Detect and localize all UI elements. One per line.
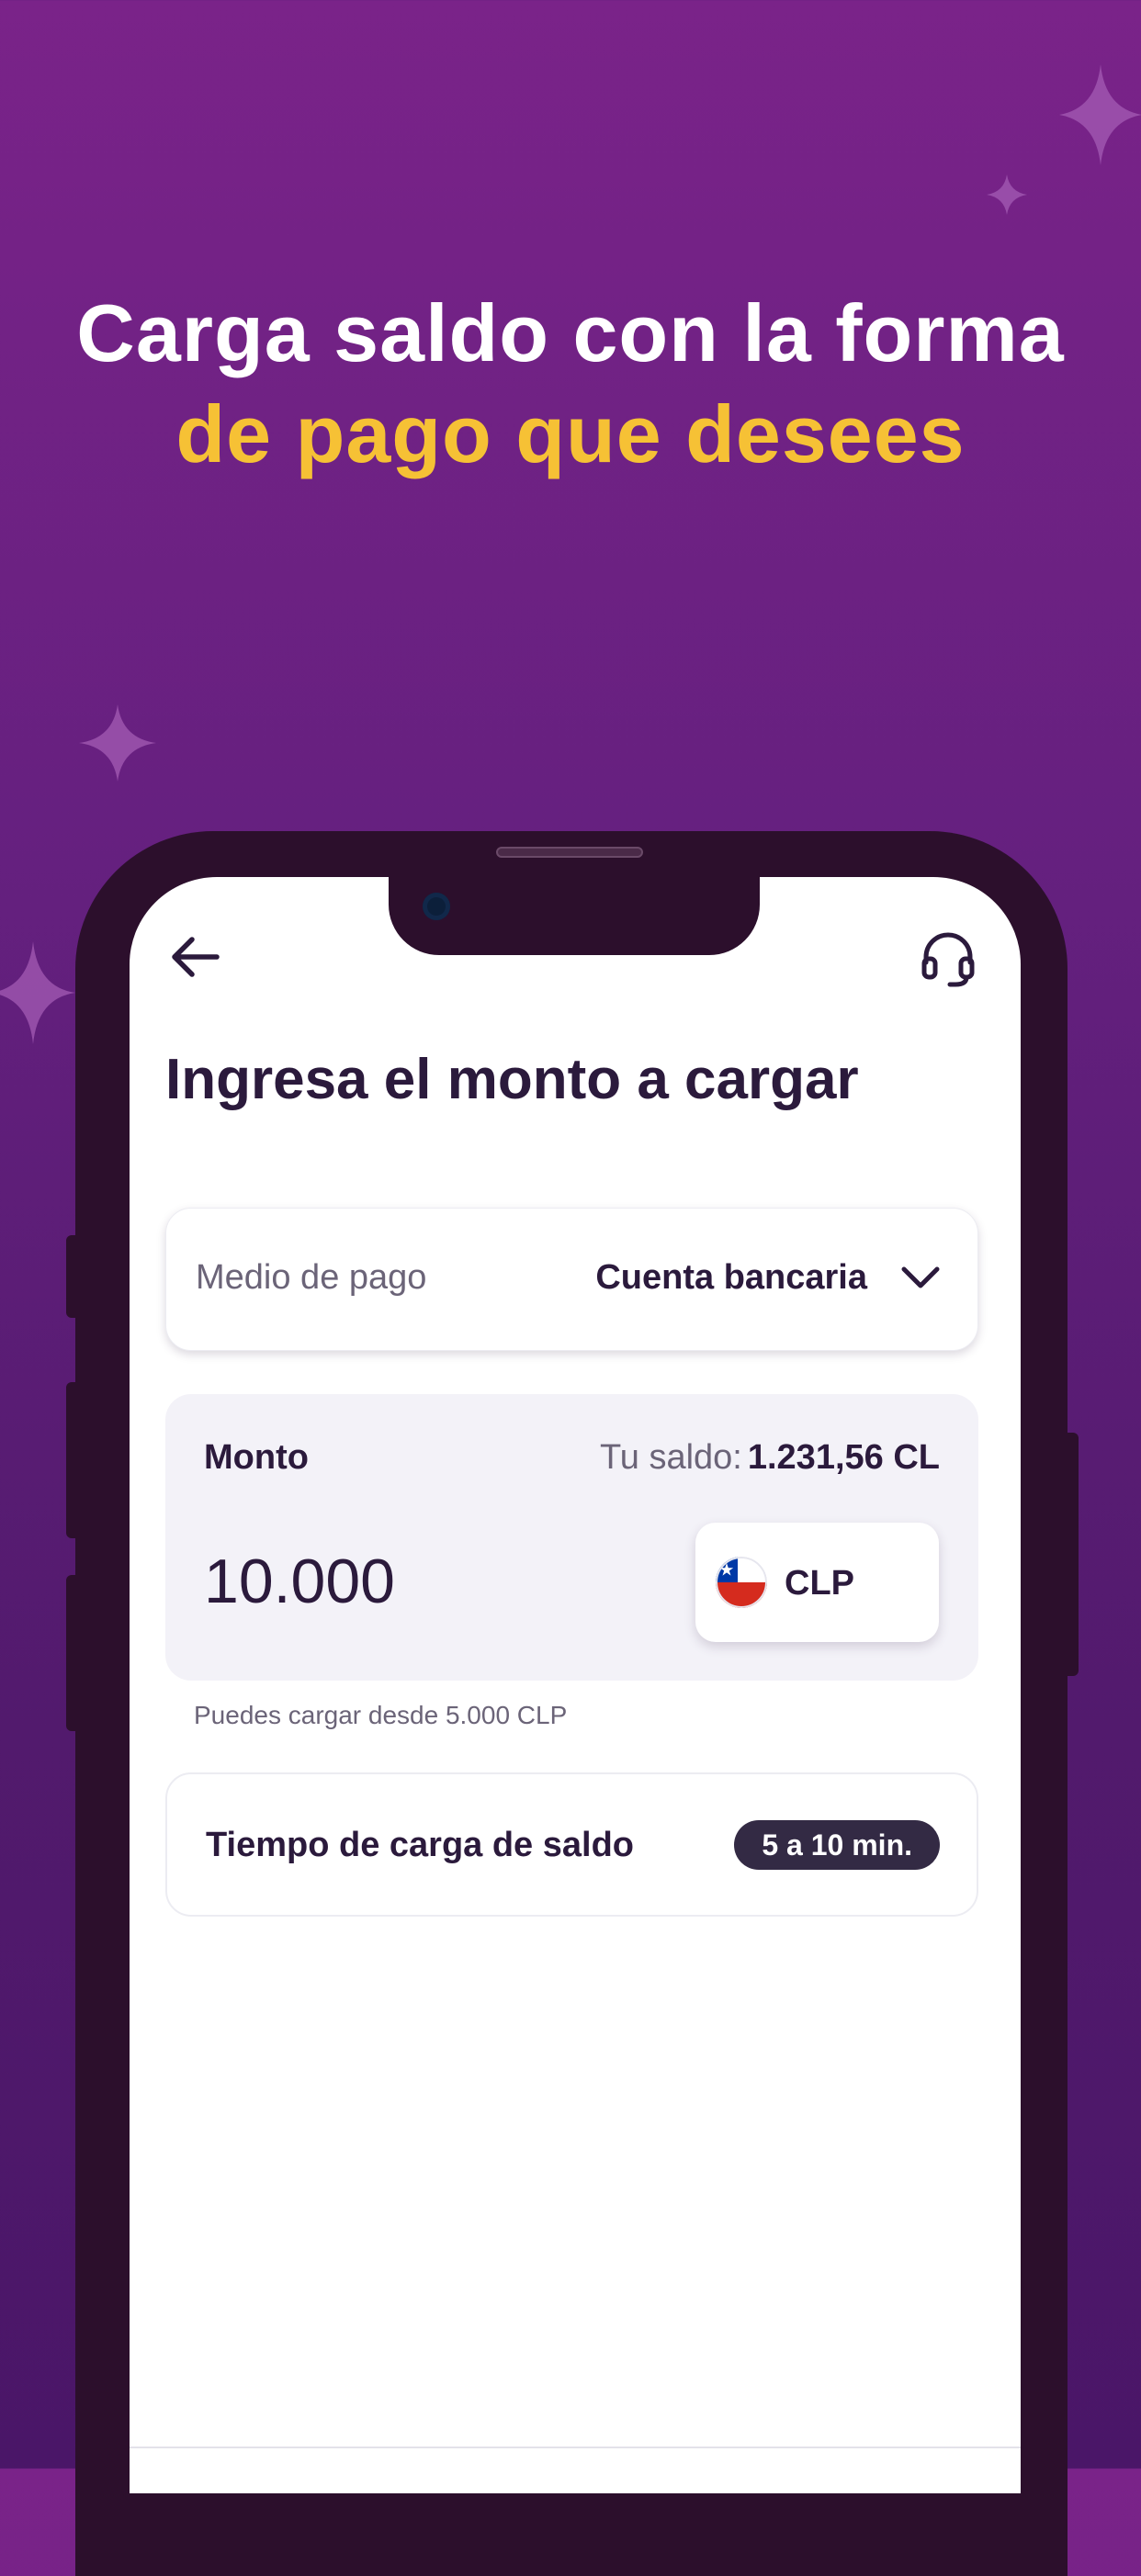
chevron-down-icon <box>901 1266 940 1288</box>
currency-selector[interactable]: CLP <box>695 1523 939 1642</box>
balance-label: Tu saldo: <box>599 1438 742 1477</box>
phone-screen <box>130 877 1021 2493</box>
amount-label: Monto <box>204 1438 309 1477</box>
load-time-label: Tiempo de carga de saldo <box>206 1826 635 1864</box>
currency-label: CLP <box>785 1564 854 1603</box>
headline-line-1: Carga saldo con la forma <box>76 287 1065 378</box>
phone-camera <box>423 893 450 920</box>
amount-card: Monto Tu saldo: 1.231,56 CL 10.000 CLP <box>165 1394 978 1681</box>
back-button[interactable] <box>167 932 222 982</box>
phone-side-button <box>1068 1433 1079 1676</box>
sparkle-icon <box>987 174 1027 215</box>
headline-line-2: de pago que desees <box>175 388 966 479</box>
sparkle-icon <box>0 941 75 1044</box>
headset-icon <box>921 932 975 987</box>
divider <box>130 2447 1021 2448</box>
minimum-amount-hint: Puedes cargar desde 5.000 CLP <box>194 1701 568 1729</box>
chile-flag-icon <box>716 1557 767 1608</box>
payment-method-label: Medio de pago <box>196 1258 427 1297</box>
sparkle-icon <box>1059 64 1141 165</box>
sparkle-icon <box>79 704 156 782</box>
page-title: Ingresa el monto a cargar <box>165 1048 859 1111</box>
amount-input[interactable]: 10.000 <box>204 1546 608 1617</box>
load-time-card: Tiempo de carga de saldo 5 a 10 min. <box>165 1772 978 1917</box>
balance-value: 1.231,56 CL <box>747 1438 940 1477</box>
headline: Carga saldo con la forma de pago que des… <box>0 283 1141 485</box>
payment-method-select[interactable]: Medio de pago Cuenta bancaria <box>165 1208 978 1351</box>
arrow-left-icon <box>172 937 220 977</box>
load-time-badge: 5 a 10 min. <box>734 1820 940 1870</box>
phone-speaker <box>496 847 643 858</box>
balance-display: Tu saldo: 1.231,56 CL <box>600 1438 940 1478</box>
payment-method-value: Cuenta bancaria <box>595 1258 867 1297</box>
support-button[interactable] <box>921 929 976 988</box>
